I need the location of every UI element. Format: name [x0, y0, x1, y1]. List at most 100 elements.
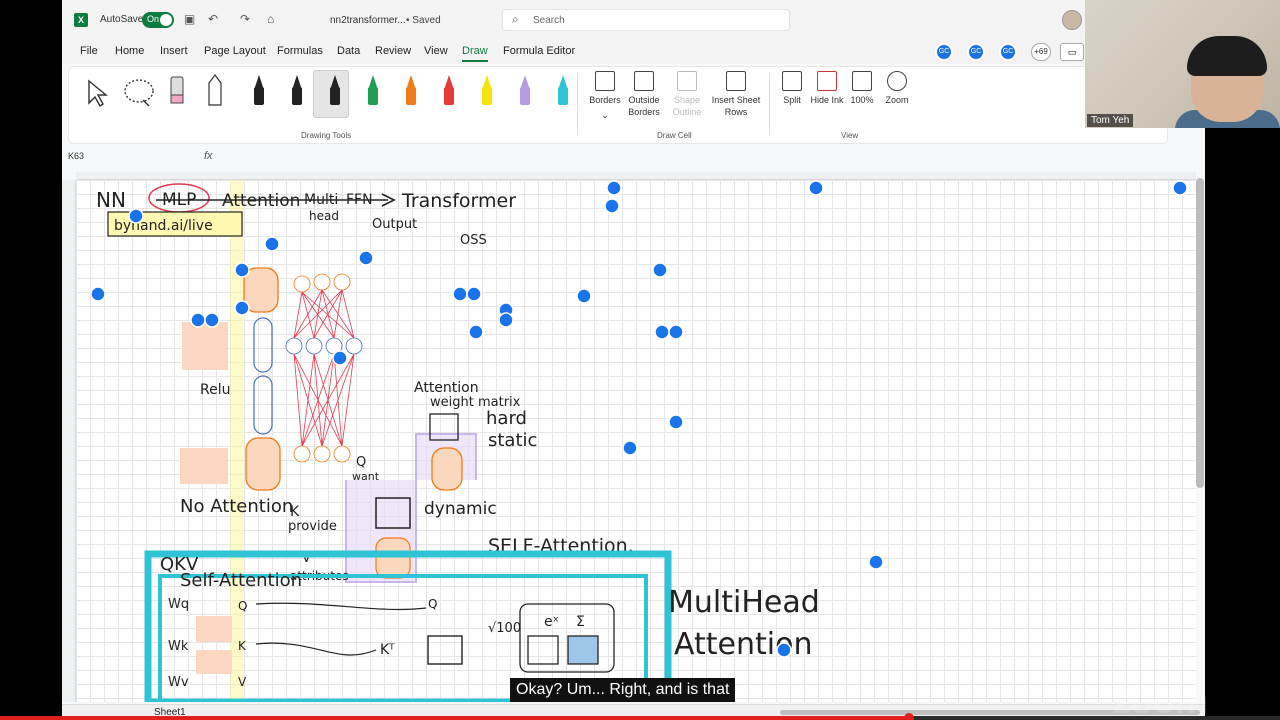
- lasso-select-icon[interactable]: [123, 73, 154, 109]
- tab-formula-editor[interactable]: Formula Editor: [503, 45, 575, 57]
- ink-static: static: [488, 430, 537, 451]
- ink-v2: V: [238, 675, 247, 689]
- ink-k2: K: [238, 639, 247, 653]
- autosave-toggle[interactable]: On: [142, 12, 174, 28]
- ink-dynamic: dynamic: [424, 499, 497, 519]
- weight-matrix-cells: [182, 322, 228, 370]
- magnifier-icon: [887, 71, 907, 91]
- redo-icon[interactable]: ↷: [240, 12, 250, 26]
- tab-home[interactable]: Home: [115, 45, 144, 57]
- format-painter-icon[interactable]: ⌂: [267, 12, 274, 26]
- hide-ink-icon: [817, 71, 837, 91]
- collaborator-cursor-icon: [604, 198, 620, 214]
- eraser-icon[interactable]: [165, 73, 189, 109]
- ink-canvas[interactable]: NN MLP Attention Multi head FFN Transfor…: [76, 180, 1196, 702]
- collaborator-avatar[interactable]: GC: [935, 43, 953, 61]
- fx-icon[interactable]: fx: [204, 150, 213, 162]
- search-box[interactable]: ⌕ Search: [502, 9, 790, 31]
- insert-sheet-rows-label: Insert Sheet Rows: [711, 95, 761, 117]
- formula-bar: K63 fx: [62, 148, 1205, 168]
- collaborator-avatar[interactable]: GC: [999, 43, 1017, 61]
- softmax-matrix-box: [567, 635, 599, 665]
- pen-icon[interactable]: [247, 73, 271, 109]
- collaborator-cursor-icon: [868, 554, 884, 570]
- insert-sheet-rows-button[interactable]: Insert Sheet Rows: [711, 71, 761, 118]
- tab-formulas[interactable]: Formulas: [277, 45, 323, 57]
- row-headers[interactable]: [62, 180, 76, 702]
- collaborator-cursor-icon: [128, 208, 144, 224]
- ink-sum: Σ: [576, 614, 585, 630]
- collaborator-cursor-icon: [332, 350, 348, 366]
- closed-caption: Okay? Um... Right, and is that: [510, 678, 736, 702]
- search-placeholder: Search: [533, 15, 565, 26]
- tab-view[interactable]: View: [424, 45, 448, 57]
- ink-wk: Wk: [168, 639, 189, 654]
- draw-cell-label: Draw Cell: [657, 131, 692, 140]
- video-progress-handle[interactable]: [903, 713, 914, 720]
- outside-borders-icon: [634, 71, 654, 91]
- ink-multihead: MultiHead: [668, 585, 820, 620]
- tab-insert[interactable]: Insert: [160, 45, 188, 57]
- ink-multihead-attention: Attention: [674, 627, 812, 662]
- excel-window: X AutoSave On ▣ ↶ ↷ ⌂ nn2transformer... …: [62, 0, 1205, 720]
- search-icon: ⌕: [512, 12, 519, 26]
- video-progress-bar[interactable]: [0, 713, 1280, 720]
- tab-data[interactable]: Data: [337, 45, 360, 57]
- page-100-icon: [852, 71, 872, 91]
- account-avatar[interactable]: [1062, 10, 1082, 30]
- pen-icon[interactable]: [437, 73, 461, 109]
- draw-ribbon: Drawing Tools Borders ⌄ Outside Borders …: [68, 66, 1168, 144]
- ink-transformer: Transformer: [401, 190, 516, 212]
- split-icon: [782, 71, 802, 91]
- ribbon-separator: [577, 73, 578, 135]
- ink-q2: Q: [238, 599, 247, 613]
- collaborator-cursor-icon: [204, 312, 220, 328]
- more-collaborators-count[interactable]: +69: [1031, 43, 1051, 61]
- vertical-scrollbar[interactable]: [1196, 178, 1204, 488]
- tab-review[interactable]: Review: [375, 45, 411, 57]
- zoom-button[interactable]: Zoom: [872, 71, 922, 106]
- document-title[interactable]: nn2transformer...: [330, 15, 406, 26]
- pen-icon[interactable]: [475, 73, 499, 109]
- pen-icon[interactable]: [513, 73, 537, 109]
- tab-draw[interactable]: Draw: [462, 45, 488, 62]
- pencil-icon[interactable]: [203, 73, 227, 109]
- ink-nn: NN: [96, 188, 126, 212]
- column-headers[interactable]: [76, 172, 1196, 180]
- zoom-label: Zoom: [885, 95, 909, 105]
- tab-file[interactable]: File: [80, 45, 98, 57]
- insert-rows-icon: [726, 71, 746, 91]
- save-icon[interactable]: ▣: [184, 12, 195, 26]
- collaborator-cursor-icon: [190, 312, 206, 328]
- pen-icon[interactable]: [323, 73, 347, 109]
- select-arrow-icon[interactable]: [85, 73, 109, 109]
- qk-product-box: [427, 635, 463, 665]
- zoom-watermark: zoom: [1112, 680, 1208, 720]
- excel-logo-icon: X: [74, 13, 88, 27]
- ink-attention-weight: Attention: [414, 380, 479, 396]
- ink-exp: eˣ: [544, 614, 559, 630]
- shape-outline-button[interactable]: Shape Outline: [662, 71, 712, 118]
- tab-page-layout[interactable]: Page Layout: [204, 45, 266, 57]
- collaborator-cursor-icon: [668, 324, 684, 340]
- curve-arrow: [255, 602, 427, 611]
- pen-icon[interactable]: [551, 73, 575, 109]
- shape-outline-label: Shape Outline: [672, 95, 702, 117]
- pen-icon[interactable]: [285, 73, 309, 109]
- comment-icon[interactable]: ▭: [1060, 43, 1084, 61]
- weight-matrix-cells: [196, 616, 232, 642]
- curve-arrow: [255, 642, 377, 656]
- autosave-label: AutoSave: [100, 14, 144, 25]
- pen-icon[interactable]: [399, 73, 423, 109]
- collaborator-cursor-icon: [668, 414, 684, 430]
- collaborator-cursor-icon: [452, 286, 468, 302]
- collaborator-avatar[interactable]: GC: [967, 43, 985, 61]
- ink-head: head: [309, 209, 339, 223]
- name-box[interactable]: K63: [68, 151, 148, 165]
- participant-hair: [1187, 36, 1267, 76]
- collaborator-cursor-icon: [466, 286, 482, 302]
- pen-icon[interactable]: [361, 73, 385, 109]
- saved-status: • Saved: [406, 15, 441, 26]
- undo-icon[interactable]: ↶: [208, 12, 218, 26]
- yellow-column-highlight: [230, 180, 244, 702]
